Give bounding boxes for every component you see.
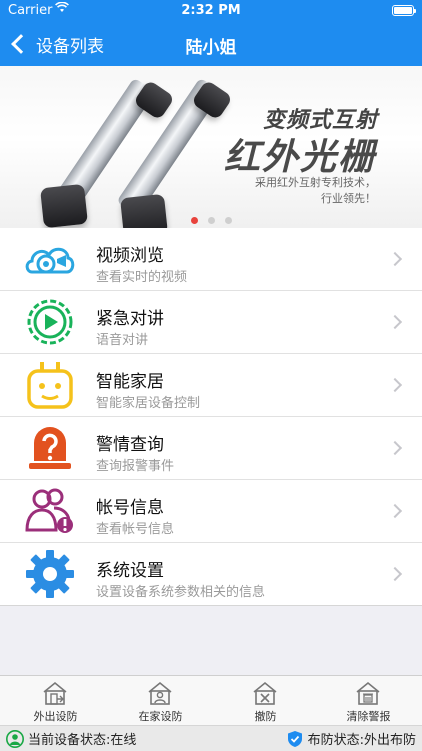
status-bar: Carrier 2:32 PM (0, 0, 422, 22)
menu-item-settings[interactable]: 系统设置 设置设备系统参数相关的信息 (0, 543, 422, 606)
menu-item-subtitle: 查询报警事件 (96, 459, 175, 474)
arm-status-text: 布防状态:外出布防 (307, 733, 416, 748)
chevron-right-icon (387, 251, 403, 267)
tab-label: 在家设防 (138, 710, 183, 723)
video-camera-cloud-icon (25, 247, 75, 274)
menu-item-subtitle: 语音对讲 (96, 333, 149, 348)
action-tab-bar: 外出设防 在家设防 撤防 清除警报 (0, 675, 422, 726)
page-indicator[interactable] (0, 209, 422, 228)
page-dot[interactable] (207, 217, 215, 224)
menu-item-intercom[interactable]: 紧急对讲 语音对讲 (0, 291, 422, 354)
user-online-icon (6, 729, 24, 748)
battery-icon (392, 5, 416, 16)
clock: 2:32 PM (181, 3, 241, 18)
menu-item-subtitle: 查看帐号信息 (96, 522, 175, 537)
house-person-icon (148, 681, 172, 705)
banner-subtitle-line2: 行业领先！ (321, 192, 376, 205)
settings-gear-icon (26, 550, 74, 598)
menu-item-alarm-query[interactable]: 警情查询 查询报警事件 (0, 417, 422, 480)
menu-item-title: 系统设置 (96, 561, 164, 581)
chevron-right-icon (387, 566, 403, 582)
house-exit-icon (43, 681, 67, 705)
tab-label: 清除警报 (346, 710, 391, 723)
device-status-text: 当前设备状态:在线 (28, 733, 137, 748)
menu-item-smart-home[interactable]: 智能家居 智能家居设备控制 (0, 354, 422, 417)
smart-plug-icon (27, 362, 73, 409)
house-cancel-icon (253, 681, 277, 705)
account-users-icon (25, 488, 73, 533)
navigation-bar: 设备列表 陆小姐 (0, 22, 422, 66)
tab-home-arm[interactable]: 在家设防 (108, 676, 213, 726)
shield-icon (287, 730, 302, 747)
banner-title-line2: 红外光栅 (223, 137, 376, 178)
chevron-right-icon (387, 377, 403, 393)
menu-item-subtitle: 智能家居设备控制 (96, 396, 201, 411)
tab-away-arm[interactable]: 外出设防 (3, 676, 108, 726)
chevron-right-icon (387, 314, 403, 330)
tab-label: 外出设防 (33, 710, 78, 723)
arm-status: 布防状态:外出布防 (286, 729, 416, 748)
menu-item-subtitle: 设置设备系统参数相关的信息 (96, 585, 266, 600)
banner-subtitle-line1: 采用红外互射专利技术， (255, 176, 376, 189)
menu-item-title: 智能家居 (96, 372, 164, 392)
intercom-play-icon (27, 299, 73, 345)
chevron-right-icon (387, 503, 403, 519)
menu-item-video[interactable]: 视频浏览 查看实时的视频 (0, 228, 422, 291)
menu-item-title: 帐号信息 (96, 498, 164, 518)
tab-label: 撤防 (254, 710, 277, 723)
page-title: 陆小姐 (185, 38, 237, 58)
chevron-right-icon (387, 440, 403, 456)
menu-item-account[interactable]: 帐号信息 查看帐号信息 (0, 480, 422, 543)
tab-disarm[interactable]: 撤防 (213, 676, 318, 726)
menu-item-title: 警情查询 (96, 435, 164, 455)
page-dot-active[interactable] (190, 217, 198, 224)
alarm-light-icon (29, 427, 71, 469)
house-trash-icon (356, 681, 380, 705)
menu-item-subtitle: 查看实时的视频 (96, 270, 188, 285)
device-status-strip: 当前设备状态:在线 布防状态:外出布防 (0, 725, 422, 751)
page-dot[interactable] (224, 217, 232, 224)
promo-banner[interactable]: 变频式互射 红外光栅 采用红外互射专利技术， 行业领先！ (0, 66, 422, 228)
top-bar: Carrier 2:32 PM 设备列表 陆小姐 (0, 0, 422, 66)
tab-clear-alarm[interactable]: 清除警报 (316, 676, 421, 726)
function-menu-list: 视频浏览 查看实时的视频 紧急对讲 语音对讲 智能家居 智能家居设备控制 警情查… (0, 228, 422, 606)
device-online-status: 当前设备状态:在线 (6, 729, 136, 748)
menu-item-title: 紧急对讲 (96, 309, 164, 329)
menu-item-title: 视频浏览 (96, 246, 164, 266)
